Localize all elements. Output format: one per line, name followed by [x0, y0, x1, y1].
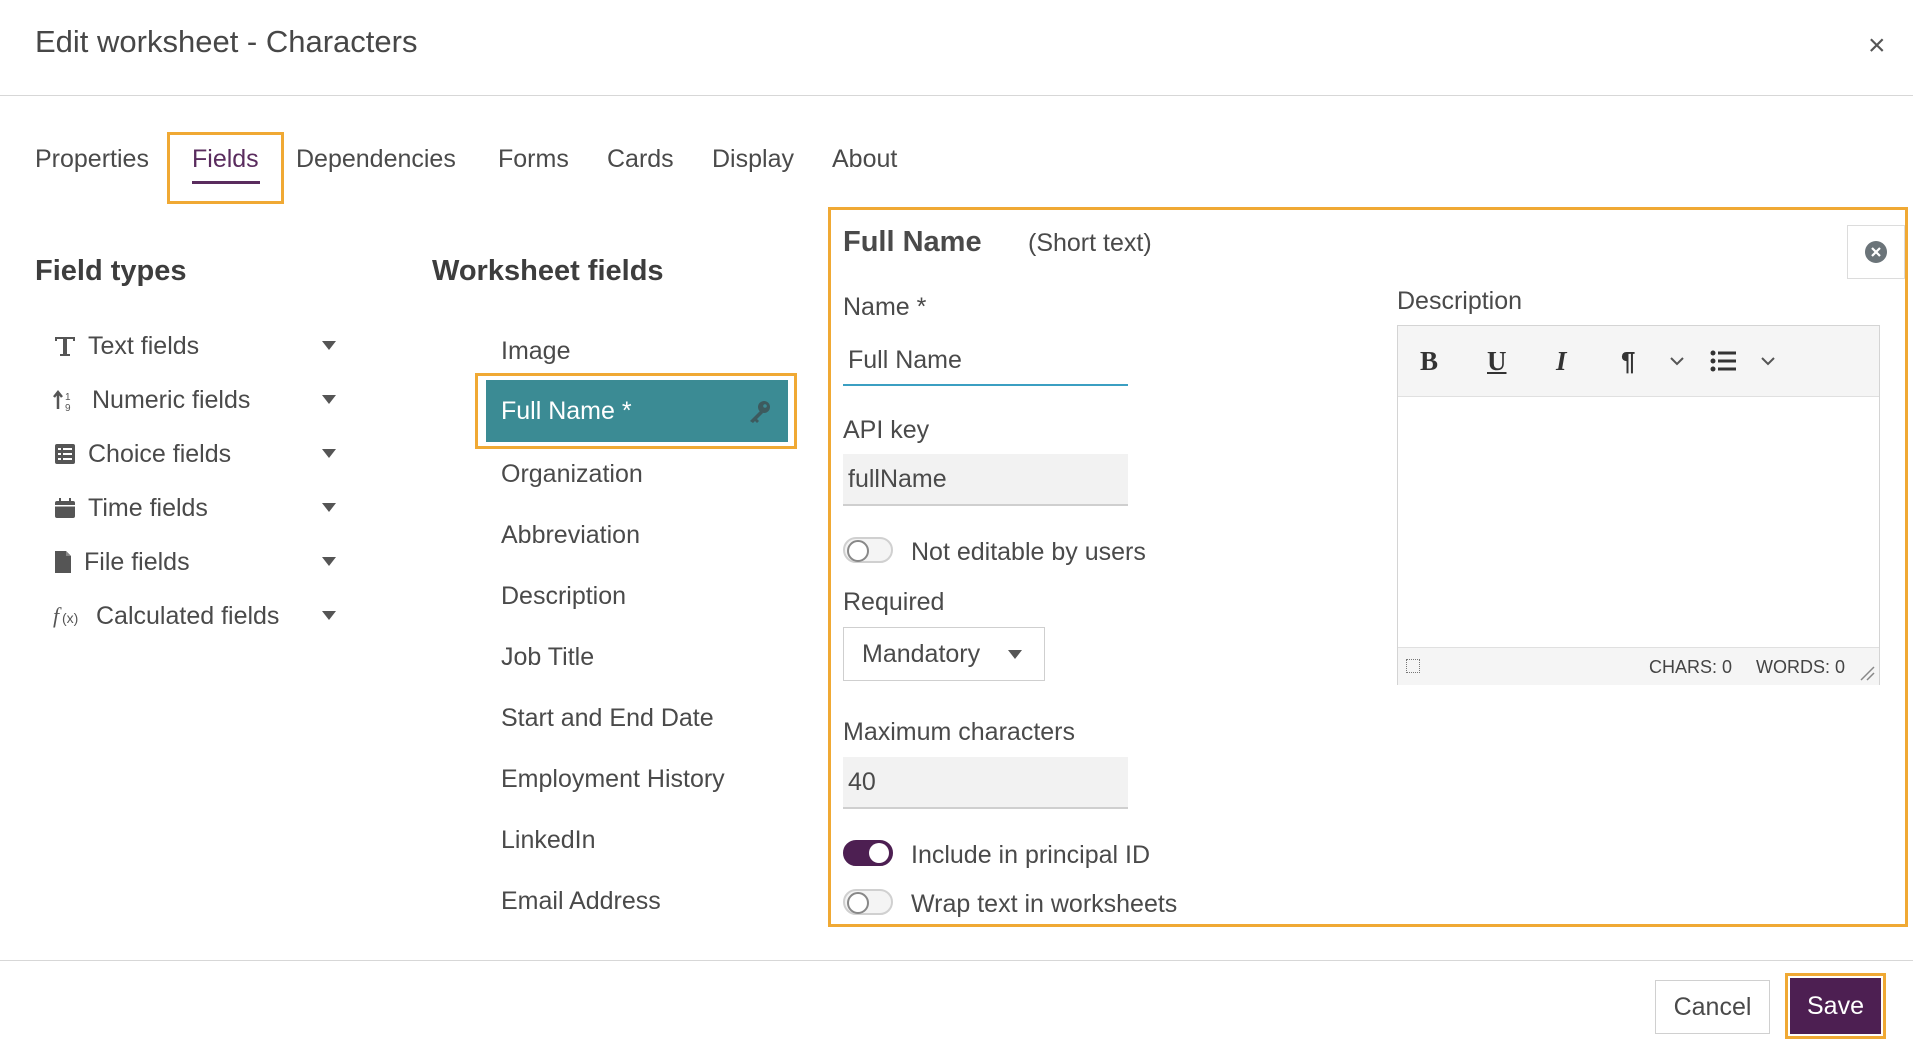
- words-count: WORDS: 0: [1756, 657, 1846, 677]
- chevron-down-icon: [322, 395, 336, 404]
- description-editor: B U I ¶ CHARS: 0 WORDS: 0: [1397, 325, 1880, 685]
- name-label: Name *: [843, 293, 927, 321]
- tab-properties[interactable]: Properties: [35, 145, 149, 174]
- api-key-input[interactable]: fullName: [843, 454, 1128, 506]
- chevron-down-icon[interactable]: [1760, 356, 1776, 366]
- footer-divider: [0, 960, 1913, 961]
- tab-cards[interactable]: Cards: [607, 145, 674, 174]
- worksheet-fields-heading: Worksheet fields: [432, 255, 664, 287]
- list-icon: [55, 444, 75, 464]
- worksheet-field-full-name[interactable]: Full Name *: [486, 380, 788, 442]
- not-editable-toggle[interactable]: [843, 537, 893, 563]
- close-icon[interactable]: ×: [1868, 31, 1886, 61]
- field-type-numeric[interactable]: 19 Numeric fields: [52, 380, 342, 420]
- not-editable-label: Not editable by users: [911, 538, 1146, 566]
- tab-dependencies[interactable]: Dependencies: [296, 145, 456, 174]
- tab-display[interactable]: Display: [712, 145, 794, 174]
- chevron-down-icon[interactable]: [1669, 356, 1685, 366]
- numeric-icon: 19: [53, 389, 71, 413]
- header-divider: [0, 95, 1913, 96]
- chevron-down-icon: [322, 449, 336, 458]
- chevron-down-icon: [322, 611, 336, 620]
- principal-id-toggle[interactable]: [843, 840, 893, 866]
- svg-text:9: 9: [65, 403, 71, 413]
- italic-button[interactable]: I: [1556, 346, 1567, 377]
- chevron-down-icon: [1008, 650, 1022, 659]
- key-icon: [750, 401, 770, 423]
- principal-id-label: Include in principal ID: [911, 841, 1151, 869]
- max-chars-input[interactable]: 40: [843, 757, 1128, 809]
- required-select-value: Mandatory: [862, 639, 981, 668]
- field-type-label: Numeric fields: [92, 385, 251, 414]
- svg-text:(x): (x): [62, 610, 78, 626]
- dialog-title: Edit worksheet - Characters: [35, 24, 418, 59]
- cancel-button[interactable]: Cancel: [1655, 980, 1770, 1034]
- field-type-file[interactable]: File fields: [52, 542, 342, 582]
- bold-button[interactable]: B: [1420, 346, 1438, 377]
- svg-text:1: 1: [65, 392, 71, 403]
- resize-handle-icon[interactable]: [1859, 665, 1875, 681]
- worksheet-field-image[interactable]: Image: [501, 337, 570, 366]
- worksheet-field-employment-history[interactable]: Employment History: [501, 765, 725, 794]
- field-type-label: File fields: [84, 547, 190, 576]
- field-type-label: Time fields: [88, 493, 208, 522]
- function-icon: f (x): [53, 603, 78, 628]
- element-path-icon: [1406, 659, 1420, 673]
- calendar-icon: [55, 498, 75, 518]
- file-icon: [55, 551, 71, 573]
- field-type-calculated[interactable]: f (x) Calculated fields: [52, 596, 342, 636]
- worksheet-field-job-title[interactable]: Job Title: [501, 643, 594, 672]
- description-label: Description: [1397, 287, 1523, 315]
- wrap-text-toggle[interactable]: [843, 889, 893, 915]
- close-circle-icon: [1865, 241, 1887, 263]
- field-type-label: Calculated fields: [96, 601, 280, 630]
- editor-field-name: Full Name: [843, 226, 982, 258]
- tab-fields[interactable]: Fields: [192, 145, 259, 174]
- editor-toolbar: B U I ¶: [1398, 326, 1879, 397]
- bullet-list-icon[interactable]: [1710, 349, 1738, 373]
- tab-about[interactable]: About: [832, 145, 897, 174]
- worksheet-field-abbreviation[interactable]: Abbreviation: [501, 521, 640, 550]
- chevron-down-icon: [322, 341, 336, 350]
- field-type-choice[interactable]: Choice fields: [52, 434, 342, 474]
- close-panel-button[interactable]: [1847, 225, 1905, 279]
- worksheet-field-email[interactable]: Email Address: [501, 887, 661, 916]
- tab-forms[interactable]: Forms: [498, 145, 569, 174]
- name-input[interactable]: Full Name: [843, 336, 1128, 386]
- field-type-label: Choice fields: [88, 439, 232, 468]
- paragraph-button[interactable]: ¶: [1621, 346, 1635, 377]
- field-types-heading: Field types: [35, 255, 187, 287]
- chevron-down-icon: [322, 503, 336, 512]
- required-label: Required: [843, 588, 945, 616]
- worksheet-field-organization[interactable]: Organization: [501, 460, 643, 489]
- text-icon: [55, 337, 75, 356]
- tab-active-indicator: [192, 181, 260, 184]
- editor-field-type: (Short text): [1028, 229, 1152, 257]
- field-type-label: Text fields: [88, 331, 200, 360]
- chevron-down-icon: [322, 557, 336, 566]
- field-type-time[interactable]: Time fields: [52, 488, 342, 528]
- worksheet-field-description[interactable]: Description: [501, 582, 626, 611]
- worksheet-field-start-end-date[interactable]: Start and End Date: [501, 704, 714, 733]
- wrap-text-label: Wrap text in worksheets: [911, 890, 1178, 918]
- editor-statusbar: CHARS: 0 WORDS: 0: [1398, 647, 1879, 685]
- worksheet-field-label: Full Name *: [501, 396, 632, 425]
- worksheet-field-linkedin[interactable]: LinkedIn: [501, 826, 596, 855]
- description-textarea[interactable]: [1398, 397, 1879, 647]
- underline-button[interactable]: U: [1487, 346, 1507, 377]
- chars-count: CHARS: 0: [1649, 657, 1733, 677]
- svg-text:f: f: [53, 603, 62, 628]
- api-key-label: API key: [843, 416, 930, 444]
- field-type-text[interactable]: Text fields: [52, 326, 342, 366]
- required-select[interactable]: Mandatory: [843, 627, 1045, 681]
- max-chars-label: Maximum characters: [843, 718, 1075, 746]
- save-button[interactable]: Save: [1790, 978, 1881, 1034]
